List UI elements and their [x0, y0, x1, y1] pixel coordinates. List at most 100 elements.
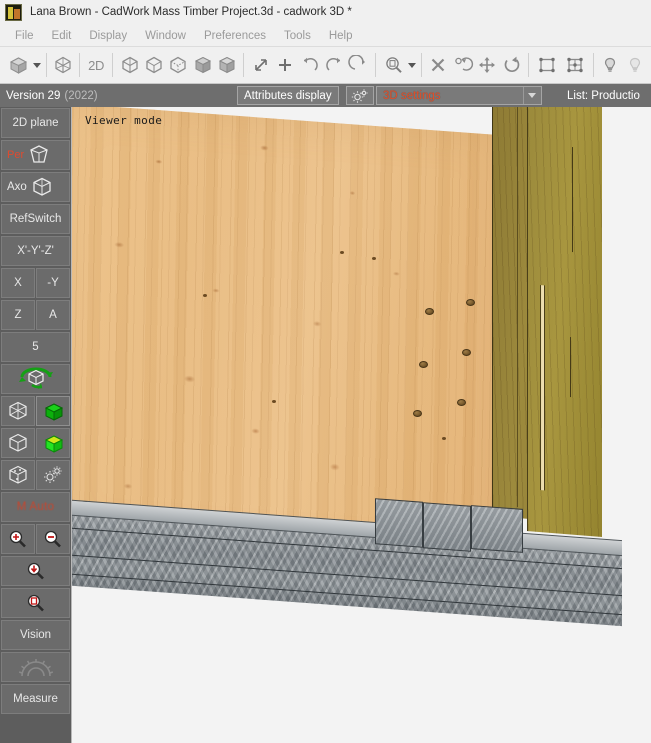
gear-wheel-icon: [12, 654, 60, 680]
move-icon[interactable]: [475, 51, 499, 79]
chevron-down-icon[interactable]: [523, 87, 539, 104]
sidebar-item-shaded-green-display[interactable]: [36, 428, 70, 458]
sidebar-item-perspective[interactable]: Per: [1, 140, 70, 170]
sidebar-item-zoom-all[interactable]: [1, 588, 70, 618]
green-cube-bright-icon: [42, 433, 64, 453]
hidden-line-cube-icon[interactable]: [142, 51, 166, 79]
sidebar-item-axonometric[interactable]: Axo: [1, 172, 70, 202]
menu-window[interactable]: Window: [136, 28, 195, 44]
sidebar-item-axis-minus-y[interactable]: -Y: [36, 268, 70, 298]
dowel-hole: [413, 410, 422, 417]
rotate-icon[interactable]: [499, 51, 523, 79]
flip-arrow-icon[interactable]: [346, 51, 370, 79]
menu-tools[interactable]: Tools: [275, 28, 320, 44]
sidebar-item-point-cube-display[interactable]: [1, 460, 35, 490]
select-rectangle-icon[interactable]: [533, 51, 561, 79]
version-year: (2022): [64, 89, 98, 102]
dowel-hole: [419, 361, 428, 368]
viewer-mode-overlay: Viewer mode: [85, 114, 163, 127]
zoom-out-icon: [41, 528, 65, 550]
sidebar-item-display-settings[interactable]: [36, 460, 70, 490]
sidebar-row: [1, 364, 70, 394]
plus-icon[interactable]: [273, 51, 297, 79]
sidebar-row: [1, 396, 70, 426]
3d-viewport[interactable]: Viewer mode: [72, 107, 651, 743]
beam-slot: [540, 285, 545, 491]
sidebar-row: Z A: [1, 300, 70, 330]
list-label: List: Productio: [567, 89, 640, 102]
zoom-reset-icon: [23, 560, 49, 582]
resize-diagonal-icon[interactable]: [248, 51, 272, 79]
title-bar: Lana Brown - CadWork Mass Timber Project…: [0, 0, 651, 25]
toolbar-divider: [243, 53, 245, 77]
wireframe-cube-icon: [6, 400, 30, 422]
sidebar-row: Measure: [1, 684, 70, 714]
dashed-hidden-cube-icon[interactable]: [166, 51, 190, 79]
2d-mode-button[interactable]: 2D: [84, 51, 108, 79]
zoom-dropdown-caret-icon[interactable]: [408, 51, 417, 79]
window-title: Lana Brown - CadWork Mass Timber Project…: [30, 6, 352, 18]
sidebar-item-solid-green-display[interactable]: [36, 396, 70, 426]
sidebar-item-axis-xyz[interactable]: X'-Y'-Z': [1, 236, 70, 266]
sidebar-row: X -Y: [1, 268, 70, 298]
sidebar-item-refswitch[interactable]: RefSwitch: [1, 204, 70, 234]
beam-crack-2: [570, 337, 571, 398]
menu-preferences[interactable]: Preferences: [195, 28, 275, 44]
attributes-display-button[interactable]: Attributes display: [237, 86, 339, 105]
dowel-hole: [466, 299, 475, 306]
toolbar-divider: [421, 53, 423, 77]
menu-help[interactable]: Help: [320, 28, 362, 44]
sidebar-item-axis-a[interactable]: A: [36, 300, 70, 330]
light-bulb-on-icon[interactable]: [598, 51, 622, 79]
sidebar-item-gear-disabled[interactable]: [1, 652, 70, 682]
left-tool-sidebar: 2D plane Per Axo RefSwitch X'-Y'-Z' X -Y…: [0, 107, 72, 743]
sidebar-row: 2D plane: [1, 108, 70, 138]
rotate-cube-green-icon: [16, 366, 56, 392]
sidebar-item-zoom-reset[interactable]: [1, 556, 70, 586]
light-bulb-off-icon[interactable]: [623, 51, 647, 79]
wood-knot: [340, 251, 344, 254]
redo-arrow-icon[interactable]: [322, 51, 346, 79]
shaded-cube-icon[interactable]: [191, 51, 215, 79]
beam-crack-3: [517, 107, 518, 508]
zoom-window-icon[interactable]: [380, 51, 408, 79]
toolbar-divider: [593, 53, 595, 77]
3d-settings-label: 3D settings: [383, 89, 441, 102]
menu-display[interactable]: Display: [80, 28, 136, 44]
solid-cube-view-icon[interactable]: [4, 51, 32, 79]
copy-rotate-icon[interactable]: [451, 51, 475, 79]
sidebar-item-vision[interactable]: Vision: [1, 620, 70, 650]
point-cube-icon: [6, 464, 30, 486]
sidebar-item-axis-z[interactable]: Z: [1, 300, 35, 330]
sidebar-item-zoom-out[interactable]: [36, 524, 70, 554]
sidebar-item-wireframe-display[interactable]: [1, 396, 35, 426]
clt-wall-panel: [72, 107, 502, 566]
sidebar-item-zoom-in[interactable]: [1, 524, 35, 554]
wireframe-cube-axo-icon[interactable]: [117, 51, 141, 79]
cadwork-3d-window: Lana Brown - CadWork Mass Timber Project…: [0, 0, 651, 743]
wireframe-cube-icon[interactable]: [51, 51, 75, 79]
sidebar-item-rotate-view[interactable]: [1, 364, 70, 394]
menu-edit[interactable]: Edit: [43, 28, 81, 44]
sidebar-item-axis-x[interactable]: X: [1, 268, 35, 298]
shaded-textured-cube-icon[interactable]: [215, 51, 239, 79]
delete-cross-icon[interactable]: [426, 51, 450, 79]
wood-knot: [372, 257, 376, 260]
toolbar-divider: [45, 53, 47, 77]
view-dropdown-caret-icon[interactable]: [32, 51, 41, 79]
select-nodes-icon[interactable]: [561, 51, 589, 79]
sidebar-item-hidden-line-display[interactable]: [1, 428, 35, 458]
sidebar-item-auto-mode[interactable]: M Auto: [1, 492, 70, 522]
toolbar-divider: [78, 53, 80, 77]
sidebar-row: 5: [1, 332, 70, 362]
concrete-block: [423, 502, 471, 552]
sidebar-item-2d-plane[interactable]: 2D plane: [1, 108, 70, 138]
zoom-all-icon: [23, 592, 49, 614]
menu-file[interactable]: File: [6, 28, 43, 44]
3d-settings-dropdown[interactable]: 3D settings: [376, 86, 542, 105]
settings-gear-button[interactable]: [346, 86, 374, 105]
undo-arrow-icon[interactable]: [297, 51, 321, 79]
toolbar-divider: [527, 53, 529, 77]
sidebar-item-step-value[interactable]: 5: [1, 332, 70, 362]
sidebar-item-measure[interactable]: Measure: [1, 684, 70, 714]
